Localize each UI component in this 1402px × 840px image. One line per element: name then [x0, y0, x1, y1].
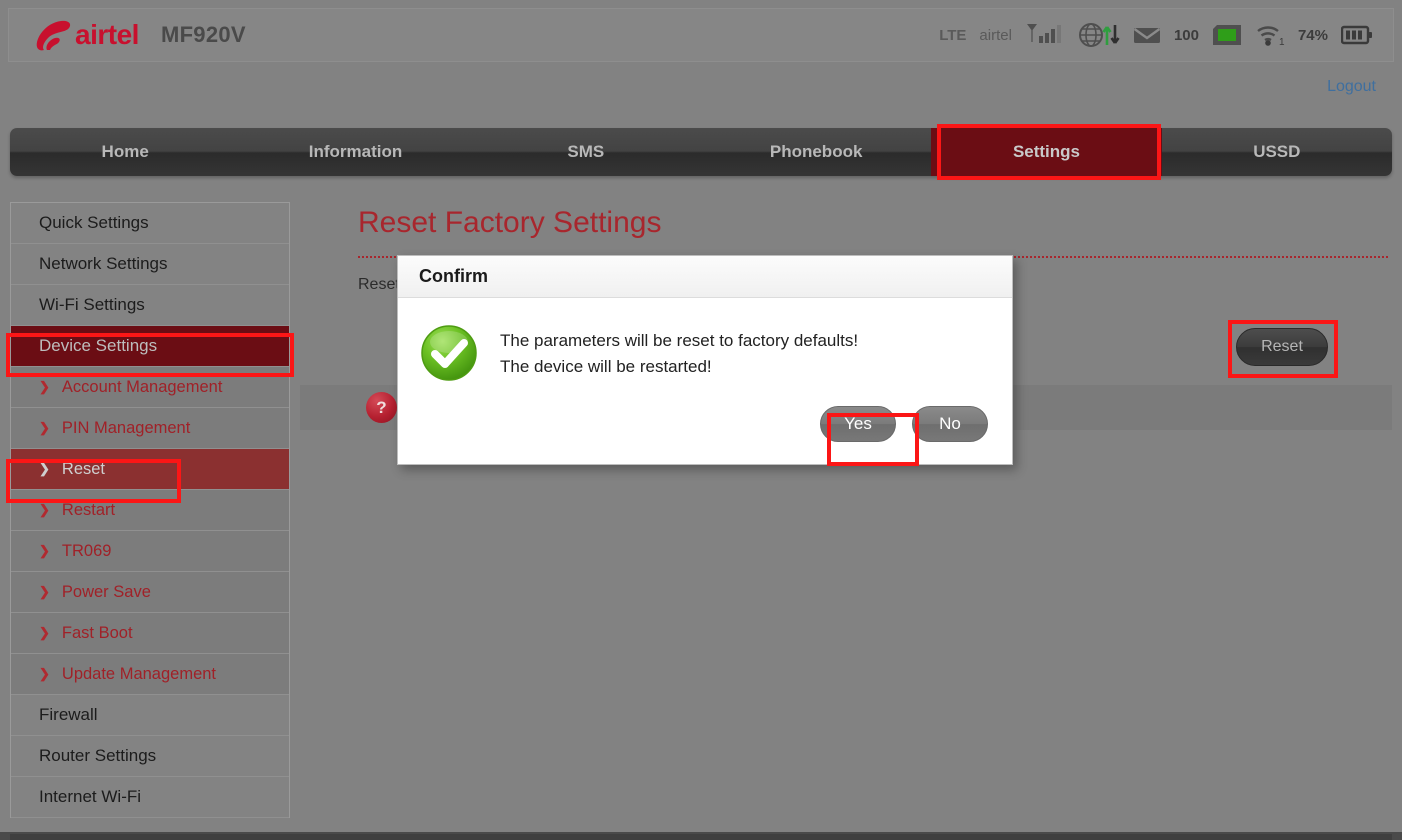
battery-icon — [1341, 25, 1373, 45]
sidebar-item-network-settings[interactable]: Network Settings — [11, 244, 289, 285]
yes-button[interactable]: Yes — [820, 406, 896, 442]
no-button[interactable]: No — [912, 406, 988, 442]
settings-sidebar: Quick Settings Network Settings Wi-Fi Sett… — [10, 202, 290, 818]
signal-bars-icon — [1025, 23, 1065, 47]
operator-label: airtel — [979, 26, 1012, 44]
brand-area: airtel MF920V — [9, 17, 246, 53]
dialog-message: The parameters will be reset to factory … — [500, 324, 858, 382]
wifi-icon: 1 — [1255, 23, 1285, 47]
chevron-right-icon: ❯ — [39, 379, 50, 394]
sidebar-item-quick-settings[interactable]: Quick Settings — [11, 203, 289, 244]
page-footer — [0, 832, 1402, 840]
mail-count: 100 — [1173, 26, 1199, 44]
main-navigation: Home Information SMS Phonebook Settings USSD — [10, 128, 1392, 176]
reset-button[interactable]: Reset — [1236, 328, 1328, 366]
browser-page: airtel MF920V LTE airtel 100 1 74% Logou… — [0, 0, 1402, 840]
airtel-logo-icon — [31, 17, 73, 53]
green-check-circle-icon — [420, 324, 478, 382]
sidebar-item-label: Network Settings — [39, 254, 168, 273]
sidebar-item-account-management[interactable]: ❯ Account Management — [11, 367, 289, 408]
sidebar-item-fast-boot[interactable]: ❯ Fast Boot — [11, 613, 289, 654]
sidebar-item-internet-wi-fi[interactable]: Internet Wi-Fi — [11, 777, 289, 818]
help-question-icon[interactable]: ? — [366, 392, 397, 423]
sim-card-icon — [1212, 24, 1242, 46]
sidebar-item-label: Fast Boot — [61, 623, 133, 642]
chevron-right-icon: ❯ — [39, 543, 50, 558]
footer-strip — [10, 834, 1392, 840]
dialog-body: The parameters will be reset to factory … — [398, 298, 1012, 382]
status-bar: LTE airtel 100 1 74% — [939, 22, 1393, 48]
sidebar-item-label: Update Management — [61, 664, 217, 683]
sidebar-item-firewall[interactable]: Firewall — [11, 695, 289, 736]
nav-tab-home[interactable]: Home — [10, 128, 240, 176]
svg-text:1: 1 — [1279, 37, 1285, 47]
sidebar-item-device-settings[interactable]: Device Settings — [11, 326, 289, 367]
sidebar-item-pin-management[interactable]: ❯ PIN Management — [11, 408, 289, 449]
nav-tab-settings[interactable]: Settings — [931, 128, 1162, 176]
mail-icon — [1133, 25, 1161, 45]
globe-data-transfer-icon — [1078, 22, 1120, 48]
sidebar-item-label: Account Management — [61, 377, 223, 396]
chevron-right-icon: ❯ — [39, 625, 50, 640]
confirm-dialog: Confirm The parameters will be reset to … — [397, 255, 1013, 465]
chevron-right-icon: ❯ — [39, 584, 50, 599]
nav-tab-information[interactable]: Information — [240, 128, 470, 176]
chevron-right-icon: ❯ — [39, 502, 50, 517]
sidebar-item-label: Router Settings — [39, 746, 157, 765]
nav-tab-ussd[interactable]: USSD — [1162, 128, 1392, 176]
sidebar-item-restart[interactable]: ❯ Restart — [11, 490, 289, 531]
sidebar-item-tr069[interactable]: ❯ TR069 — [11, 531, 289, 572]
sidebar-item-label: Power Save — [61, 582, 151, 601]
sidebar-item-label: PIN Management — [61, 418, 191, 437]
dialog-footer: Yes No — [820, 406, 988, 442]
sidebar-item-label: Firewall — [39, 705, 98, 724]
chevron-right-icon: ❯ — [39, 666, 50, 681]
sidebar-item-label: Internet Wi-Fi — [39, 787, 142, 806]
sidebar-item-label: Restart — [61, 500, 116, 519]
sidebar-item-update-management[interactable]: ❯ Update Management — [11, 654, 289, 695]
sidebar-item-label: Reset — [61, 459, 106, 478]
chevron-right-icon: ❯ — [39, 461, 50, 476]
sidebar-item-label: Device Settings — [39, 336, 158, 355]
sidebar-item-wi-fi-settings[interactable]: Wi-Fi Settings — [11, 285, 289, 326]
sidebar-item-label: Quick Settings — [39, 213, 149, 232]
sidebar-item-router-settings[interactable]: Router Settings — [11, 736, 289, 777]
dialog-message-line2: The device will be restarted! — [500, 356, 712, 376]
dialog-message-line1: The parameters will be reset to factory … — [500, 331, 859, 350]
network-type-label: LTE — [939, 26, 967, 44]
sidebar-item-reset[interactable]: ❯ Reset — [11, 449, 289, 490]
sidebar-item-label: TR069 — [61, 541, 112, 560]
logout-bar: Logout — [0, 70, 1394, 104]
sidebar-item-label: Wi-Fi Settings — [39, 295, 145, 314]
nav-tab-phonebook[interactable]: Phonebook — [701, 128, 931, 176]
battery-percent-label: 74% — [1297, 26, 1328, 44]
device-model: MF920V — [160, 22, 246, 47]
chevron-right-icon: ❯ — [39, 420, 50, 435]
page-title: Reset Factory Settings — [358, 206, 662, 239]
brand-name: airtel — [75, 19, 139, 50]
logout-link[interactable]: Logout — [1327, 78, 1376, 96]
sidebar-item-power-save[interactable]: ❯ Power Save — [11, 572, 289, 613]
app-header: airtel MF920V LTE airtel 100 1 74% — [8, 8, 1394, 62]
nav-tab-sms[interactable]: SMS — [471, 128, 701, 176]
dialog-title: Confirm — [398, 256, 1012, 298]
